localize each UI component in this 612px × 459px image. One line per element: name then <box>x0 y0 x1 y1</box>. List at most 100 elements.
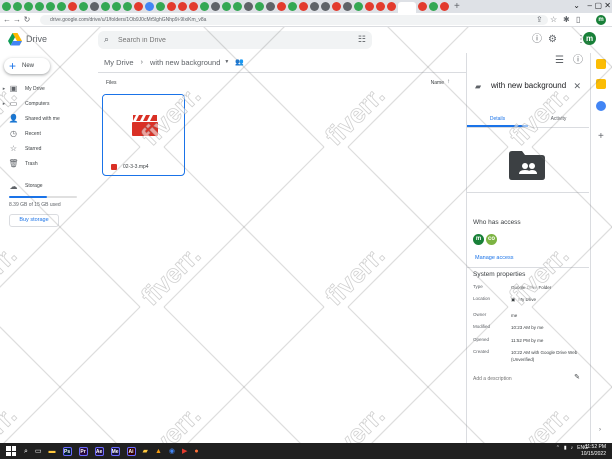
drive-brand[interactable]: Drive <box>26 34 47 44</box>
browser-tab[interactable] <box>156 2 165 11</box>
list-view-icon[interactable]: ☰ <box>555 55 564 67</box>
browser-tab[interactable] <box>277 2 286 11</box>
browser-tab[interactable] <box>429 2 438 11</box>
forward-icon[interactable]: → <box>12 15 22 25</box>
vlc-icon[interactable]: ▲ <box>155 447 162 456</box>
close-window-icon[interactable]: ✕ <box>604 1 611 11</box>
pencil-icon[interactable]: ✎ <box>574 373 580 381</box>
browser-tab[interactable] <box>134 2 143 11</box>
browser-tab[interactable] <box>46 2 55 11</box>
reload-icon[interactable]: ↻ <box>22 15 32 25</box>
browser-tab[interactable] <box>2 2 11 11</box>
calendar-addon-icon[interactable] <box>596 59 606 69</box>
browser-tab[interactable] <box>68 2 77 11</box>
browser-tab[interactable] <box>178 2 187 11</box>
chevron-right-icon[interactable]: › <box>599 427 601 433</box>
browser-tab[interactable] <box>35 2 44 11</box>
browser-tab[interactable] <box>222 2 231 11</box>
browser-tab[interactable] <box>266 2 275 11</box>
sort-arrow-icon[interactable]: ↑ <box>447 79 450 85</box>
drive-logo-icon[interactable] <box>8 33 22 46</box>
sidebar-item-my-drive[interactable]: ▸ ▣ My Drive <box>0 81 98 96</box>
sidebar-item-recent[interactable]: ◷ Recent <box>0 126 98 141</box>
keep-addon-icon[interactable] <box>596 79 606 89</box>
new-tab-icon[interactable]: + <box>454 1 460 12</box>
browser-tab[interactable] <box>123 2 132 11</box>
browser-tab[interactable] <box>167 2 176 11</box>
browser-tab[interactable] <box>310 2 319 11</box>
taskbar-app-ps[interactable]: Ps <box>62 446 72 456</box>
search-icon[interactable]: ⌕ <box>104 34 109 45</box>
minimize-icon[interactable]: – <box>588 1 592 11</box>
profile-avatar[interactable]: m <box>596 15 606 25</box>
access-avatar[interactable]: co <box>486 234 497 245</box>
taskbar-app-ai[interactable]: Ai <box>126 446 136 456</box>
close-icon[interactable]: ✕ <box>573 81 581 92</box>
back-icon[interactable]: ← <box>2 15 12 25</box>
taskbar-app-ae[interactable]: Ae <box>94 446 104 456</box>
settings-gear-icon[interactable]: ⚙ <box>548 34 557 46</box>
file-card[interactable]: 02-3-3.mp4 <box>102 94 185 176</box>
browser-tab[interactable] <box>112 2 121 11</box>
expand-caret-icon[interactable]: ▸ <box>0 101 8 107</box>
search-icon[interactable]: ⌕ <box>24 447 28 456</box>
browser-tab[interactable] <box>288 2 297 11</box>
address-bar[interactable]: drive.google.com/drive/u/1/folders/1Ob9J… <box>40 15 548 25</box>
tab-activity[interactable]: Activity <box>528 113 589 127</box>
search-box[interactable]: ⌕ ☷ <box>98 31 372 49</box>
network-icon[interactable]: ▮ <box>564 445 567 451</box>
taskbar-app-me[interactable]: Me <box>110 446 120 456</box>
browser-tab[interactable] <box>200 2 209 11</box>
sidebar-item-shared-with-me[interactable]: 👤 Shared with me <box>0 111 98 126</box>
access-avatar[interactable]: m <box>473 234 484 245</box>
sidebar-item-starred[interactable]: ☆ Starred <box>0 141 98 156</box>
tab-search-icon[interactable]: ⌄ <box>573 1 580 11</box>
browser-tab[interactable] <box>365 2 374 11</box>
share-icon[interactable]: ⇪ <box>536 15 543 25</box>
browser-tab[interactable] <box>57 2 66 11</box>
caret-down-icon[interactable]: ▼ <box>224 59 229 65</box>
storage-row[interactable]: ☁ Storage <box>0 180 98 192</box>
description-input[interactable] <box>473 374 569 384</box>
browser-tab[interactable] <box>299 2 308 11</box>
browser-tab[interactable] <box>332 2 341 11</box>
sidebar-toggle-icon[interactable]: ▯ <box>576 15 580 25</box>
browser-tab[interactable] <box>79 2 88 11</box>
taskbar-app-pr[interactable]: Pr <box>78 446 88 456</box>
taskbar-clock[interactable]: 11:52 PM 10/15/2022 <box>581 444 606 457</box>
browser-tab[interactable] <box>13 2 22 11</box>
account-avatar[interactable]: m <box>583 32 596 45</box>
breadcrumb-current[interactable]: with new background <box>150 58 220 67</box>
support-icon[interactable]: ⓘ <box>532 34 542 46</box>
bookmark-star-icon[interactable]: ☆ <box>550 15 557 25</box>
browser-tab[interactable] <box>440 2 449 11</box>
search-input[interactable] <box>118 31 348 49</box>
tab-details[interactable]: Details <box>467 113 528 127</box>
browser-tab[interactable] <box>418 2 427 11</box>
sidebar-item-trash[interactable]: 🗑 Trash <box>0 156 98 171</box>
browser-tab[interactable] <box>354 2 363 11</box>
browser-tab[interactable] <box>321 2 330 11</box>
browser-tab[interactable] <box>343 2 352 11</box>
access-avatars[interactable]: m co <box>473 234 499 245</box>
browser-tab[interactable] <box>244 2 253 11</box>
extensions-icon[interactable]: ✱ <box>563 15 570 25</box>
browser-tab[interactable] <box>24 2 33 11</box>
browser-tab[interactable] <box>101 2 110 11</box>
browser-tab[interactable] <box>398 2 416 13</box>
chrome-icon[interactable]: ◉ <box>169 447 175 456</box>
file-explorer-icon[interactable]: ▬ <box>49 447 56 456</box>
browser-tab[interactable] <box>233 2 242 11</box>
sidebar-item-computers[interactable]: ▸ ▭ Computers <box>0 96 98 111</box>
tray-chevron-icon[interactable]: ⌃ <box>556 445 560 451</box>
buy-storage-button[interactable]: Buy storage <box>9 214 59 227</box>
windows-start-icon[interactable] <box>6 446 16 456</box>
task-view-icon[interactable]: ▭ <box>35 447 42 456</box>
browser-tab[interactable] <box>90 2 99 11</box>
browser-tab[interactable] <box>255 2 264 11</box>
folder-icon[interactable]: ▰ <box>143 447 148 456</box>
expand-caret-icon[interactable]: ▸ <box>0 86 8 92</box>
youtube-icon[interactable]: ▶ <box>182 447 187 456</box>
breadcrumb-root[interactable]: My Drive <box>104 58 134 67</box>
browser-tab[interactable] <box>211 2 220 11</box>
